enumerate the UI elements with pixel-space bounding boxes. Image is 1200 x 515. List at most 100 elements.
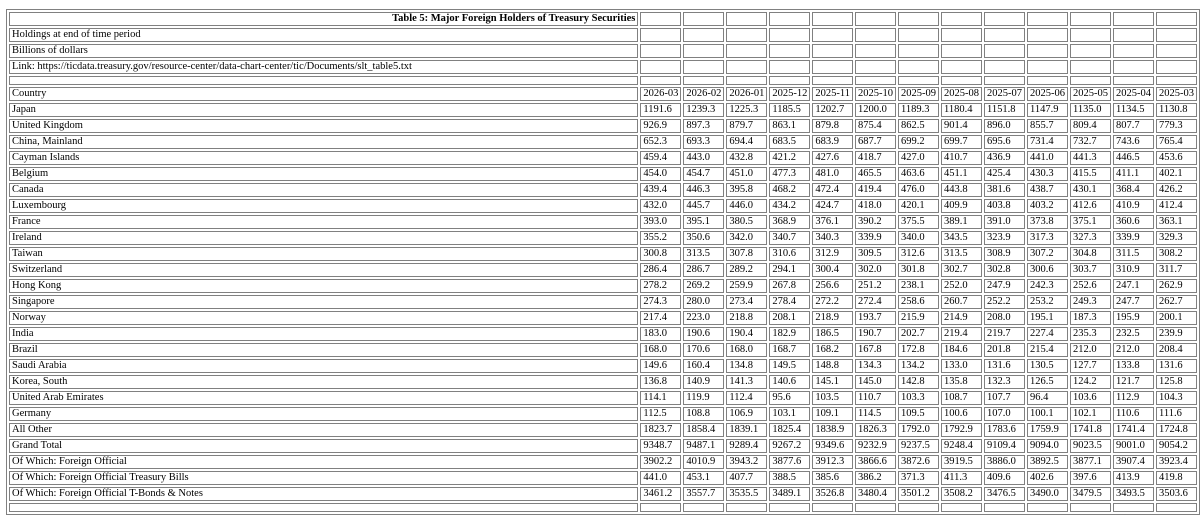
holding-value: 187.3 (1070, 311, 1111, 325)
meta-text: Link: https://ticdata.treasury.gov/resou… (9, 60, 639, 74)
holding-value: 289.2 (726, 263, 768, 277)
header-period: 2025-06 (1027, 87, 1068, 101)
holding-value: 1180.4 (941, 103, 982, 117)
holding-value: 253.2 (1027, 295, 1068, 309)
holding-value: 897.3 (683, 119, 725, 133)
empty-cell (1156, 12, 1197, 26)
country-name: United Arab Emirates (9, 391, 639, 405)
holding-value: 481.0 (812, 167, 853, 181)
holding-value: 3892.5 (1027, 455, 1068, 469)
empty-cell (1027, 76, 1068, 85)
holding-value: 432.0 (640, 199, 682, 213)
empty-cell (769, 28, 811, 42)
holding-value: 453.1 (683, 471, 725, 485)
country-name: Luxembourg (9, 199, 639, 213)
empty-cell (898, 60, 939, 74)
holding-value: 307.2 (1027, 247, 1068, 261)
table-row: Luxembourg 432.0 445.7 446.0 434.2 424.7 418.0… (9, 199, 1197, 213)
holding-value: 106.9 (726, 407, 768, 421)
holding-value: 4010.9 (683, 455, 725, 469)
holding-value: 104.3 (1156, 391, 1197, 405)
holding-value: 247.1 (1113, 279, 1154, 293)
holding-value: 765.4 (1156, 135, 1197, 149)
holding-value: 391.0 (984, 215, 1025, 229)
holding-value: 1823.7 (640, 423, 682, 437)
header-period: 2025-08 (941, 87, 982, 101)
holding-value: 201.8 (984, 343, 1025, 357)
holding-value: 3907.4 (1113, 455, 1154, 469)
holding-value: 3503.6 (1156, 487, 1197, 501)
holding-value: 247.9 (984, 279, 1025, 293)
country-name: Grand Total (9, 439, 639, 453)
empty-cell (640, 60, 682, 74)
holding-value: 403.8 (984, 199, 1025, 213)
empty-cell (1070, 60, 1111, 74)
table-row: Taiwan 300.8 313.5 307.8 310.6 312.9 309.5 312.… (9, 247, 1197, 261)
holding-value: 339.9 (1113, 231, 1154, 245)
holding-value: 111.6 (1156, 407, 1197, 421)
empty-cell (683, 60, 725, 74)
empty-cell (1113, 76, 1154, 85)
empty-cell (1027, 12, 1068, 26)
holding-value: 385.6 (812, 471, 853, 485)
holding-value: 3461.2 (640, 487, 682, 501)
empty-cell (640, 76, 682, 85)
empty-cell (1156, 44, 1197, 58)
table-title: Table 5: Major Foreign Holders of Treasu… (9, 12, 639, 26)
holding-value: 743.6 (1113, 135, 1154, 149)
holding-value: 3476.5 (984, 487, 1025, 501)
holding-value: 103.3 (898, 391, 939, 405)
holding-value: 112.4 (726, 391, 768, 405)
table-row: Saudi Arabia 149.6 160.4 134.8 149.5 148.8 134… (9, 359, 1197, 373)
holding-value: 1792.0 (898, 423, 939, 437)
holding-value: 3557.7 (683, 487, 725, 501)
holding-value: 3490.0 (1027, 487, 1068, 501)
holding-value: 108.7 (941, 391, 982, 405)
holding-value: 183.0 (640, 327, 682, 341)
holding-value: 1724.8 (1156, 423, 1197, 437)
holding-value: 125.8 (1156, 375, 1197, 389)
country-name: Germany (9, 407, 639, 421)
holding-value: 168.7 (769, 343, 811, 357)
header-period: 2026-03 (640, 87, 682, 101)
holding-value: 418.0 (855, 199, 896, 213)
holding-value: 219.4 (941, 327, 982, 341)
holding-value: 193.7 (855, 311, 896, 325)
holding-value: 262.9 (1156, 279, 1197, 293)
holding-value: 9109.4 (984, 439, 1025, 453)
holding-value: 9054.2 (1156, 439, 1197, 453)
holding-value: 419.4 (855, 183, 896, 197)
holding-value: 108.8 (683, 407, 725, 421)
empty-cell (1027, 503, 1068, 512)
holding-value: 9248.4 (941, 439, 982, 453)
holding-value: 438.7 (1027, 183, 1068, 197)
holding-value: 436.9 (984, 151, 1025, 165)
holding-value: 9023.5 (1070, 439, 1111, 453)
empty-cell (941, 76, 982, 85)
holding-value: 699.7 (941, 135, 982, 149)
country-name: Of Which: Foreign Official (9, 455, 639, 469)
table-row: Ireland 355.2 350.6 342.0 340.7 340.3 339.9 340… (9, 231, 1197, 245)
holding-value: 339.9 (855, 231, 896, 245)
table-row: Brazil 168.0 170.6 168.0 168.7 168.2 167.8 172.… (9, 343, 1197, 357)
holding-value: 410.7 (941, 151, 982, 165)
empty-cell (855, 503, 896, 512)
header-period: 2025-09 (898, 87, 939, 101)
country-name: Ireland (9, 231, 639, 245)
empty-cell (1070, 28, 1111, 42)
holding-value: 252.0 (941, 279, 982, 293)
holding-value: 3923.4 (1156, 455, 1197, 469)
table-row: All Other 1823.7 1858.4 1839.1 1825.4 1838.9 1… (9, 423, 1197, 437)
empty-cell (812, 76, 853, 85)
holding-value: 418.7 (855, 151, 896, 165)
holding-value: 3489.1 (769, 487, 811, 501)
country-name: India (9, 327, 639, 341)
holding-value: 312.9 (812, 247, 853, 261)
holding-value: 420.1 (898, 199, 939, 213)
holding-value: 96.4 (1027, 391, 1068, 405)
holding-value: 390.2 (855, 215, 896, 229)
holding-value: 1185.5 (769, 103, 811, 117)
holding-value: 1151.8 (984, 103, 1025, 117)
empty-cell (1027, 28, 1068, 42)
holding-value: 302.7 (941, 263, 982, 277)
